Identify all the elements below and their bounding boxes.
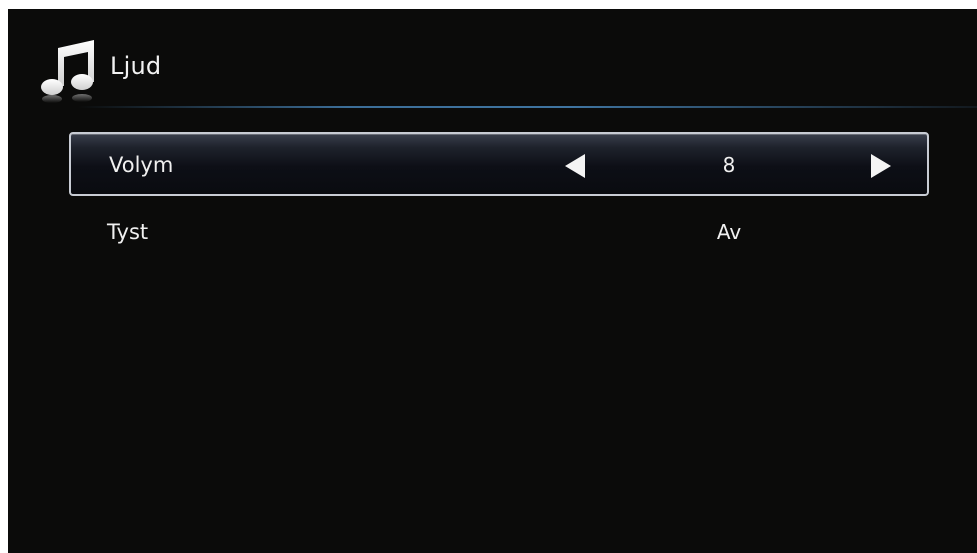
arrow-right-icon[interactable]	[871, 154, 891, 178]
header-divider	[78, 106, 977, 108]
menu-item-label: Volym	[109, 153, 174, 177]
arrow-left-icon[interactable]	[565, 154, 585, 178]
header: Ljud	[8, 9, 977, 109]
menu-item-mute[interactable]: Tyst Av	[69, 199, 929, 263]
menu-item-volume[interactable]: Volym 8	[69, 132, 929, 196]
menu-item-value: 8	[722, 153, 736, 177]
menu-item-label: Tyst	[107, 220, 149, 244]
menu-item-value: Av	[716, 220, 742, 244]
settings-menu: Volym 8 Tyst Av	[69, 132, 929, 266]
settings-screen: Ljud Volym 8 Tyst Av	[8, 9, 977, 553]
page-title: Ljud	[110, 52, 162, 80]
music-note-icon	[41, 40, 94, 103]
